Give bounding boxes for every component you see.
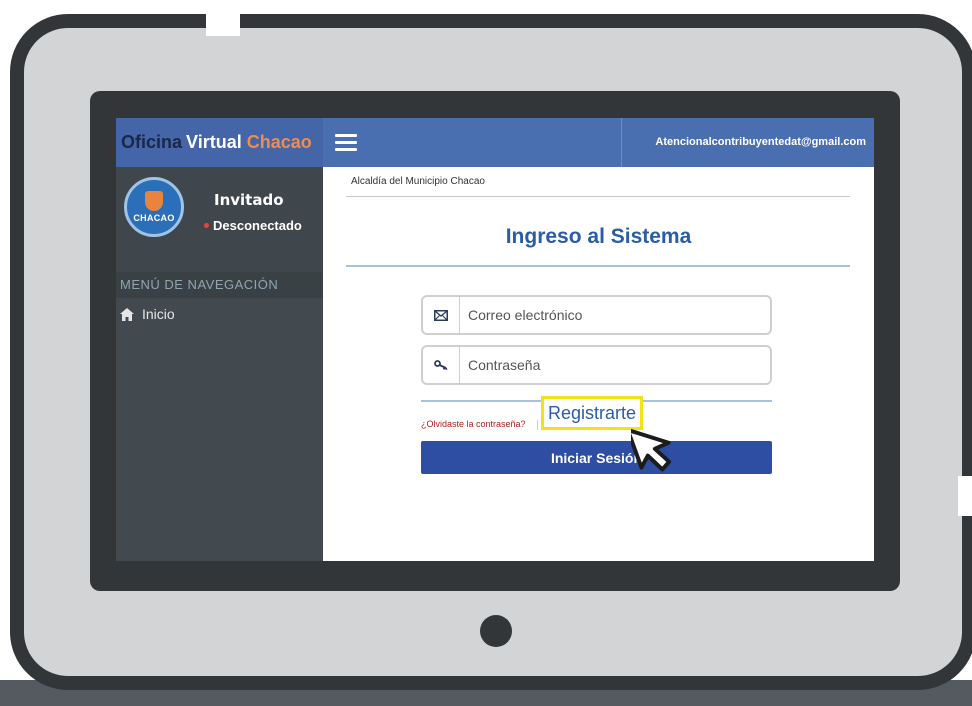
home-icon xyxy=(120,307,134,321)
brand-word-1: Oficina xyxy=(121,132,183,152)
app-screen: Oficina Virtual Chacao Atencionalcontrib… xyxy=(116,118,874,561)
menu-toggle-icon[interactable] xyxy=(335,134,357,151)
register-link[interactable]: Registrarte xyxy=(541,396,644,430)
email-field xyxy=(421,295,772,335)
password-field xyxy=(421,345,772,385)
email-input[interactable] xyxy=(460,296,770,334)
title-divider xyxy=(346,265,850,267)
contact-email[interactable]: Atencionalcontribuyentedat@gmail.com xyxy=(655,118,866,167)
status-dot-icon xyxy=(204,223,209,228)
user-name: Invitado xyxy=(214,191,284,209)
sidebar-item-label: Inicio xyxy=(142,306,175,322)
sidebar: CHACAO Invitado Desconectado MENÚ DE NAV… xyxy=(116,167,323,561)
password-input[interactable] xyxy=(460,346,770,384)
brand-word-2: Virtual xyxy=(186,132,242,152)
sidebar-item-inicio[interactable]: Inicio xyxy=(120,306,175,322)
brand-logo[interactable]: Oficina Virtual Chacao xyxy=(116,118,323,167)
user-status-label: Desconectado xyxy=(213,218,302,233)
top-navbar: Oficina Virtual Chacao Atencionalcontrib… xyxy=(116,118,874,167)
user-panel: CHACAO Invitado Desconectado xyxy=(116,167,323,272)
envelope-icon xyxy=(423,297,460,333)
avatar-logo-text: CHACAO xyxy=(133,213,175,223)
frame-gap-right xyxy=(958,476,972,516)
nav-header: MENÚ DE NAVEGACIÓN xyxy=(116,272,323,298)
forgot-password-link[interactable]: ¿Olvidaste la contraseña? xyxy=(421,419,526,429)
shield-icon xyxy=(145,191,163,211)
breadcrumb[interactable]: Alcaldía del Municipio Chacao xyxy=(351,176,485,187)
mouse-pointer-icon xyxy=(631,427,672,472)
page-title: Ingreso al Sistema xyxy=(505,225,692,248)
avatar: CHACAO xyxy=(124,177,184,237)
navbar-divider xyxy=(621,118,622,167)
user-status: Desconectado xyxy=(204,218,302,233)
login-button[interactable]: Iniciar Sesión xyxy=(421,441,772,474)
link-separator xyxy=(537,420,538,430)
brand-word-3: Chacao xyxy=(246,132,312,152)
frame-gap-top xyxy=(206,10,240,36)
key-icon xyxy=(423,347,460,383)
tablet-home-button xyxy=(480,615,512,647)
main-content: Alcaldía del Municipio Chacao Ingreso al… xyxy=(323,167,874,561)
breadcrumb-divider xyxy=(346,196,850,197)
